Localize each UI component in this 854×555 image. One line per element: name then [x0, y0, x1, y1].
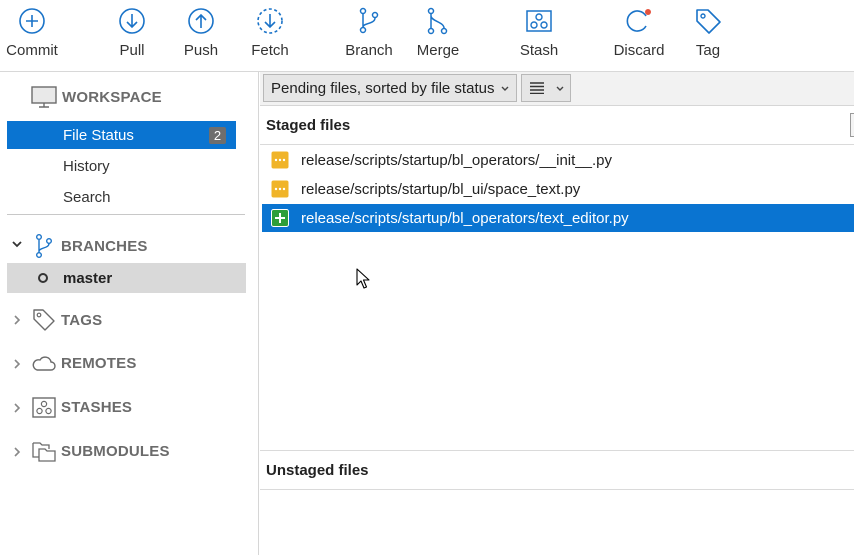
discard-button[interactable]: Discard — [612, 6, 666, 66]
modified-file-icon — [271, 151, 289, 169]
staged-file-row-selected[interactable]: release/scripts/startup/bl_operators/tex… — [262, 204, 854, 232]
sidebar-item-file-status[interactable]: File Status 2 — [7, 121, 236, 149]
pull-label: Pull — [119, 42, 145, 59]
modified-file-icon — [271, 180, 289, 198]
tag-icon — [696, 9, 721, 34]
branch-item-label: master — [63, 269, 113, 287]
sidebar-divider — [7, 214, 245, 215]
commit-icon — [19, 8, 45, 34]
panel-splitter-handle[interactable] — [850, 113, 854, 137]
discard-label: Discard — [613, 42, 665, 59]
section-divider — [260, 450, 854, 451]
fetch-label: Fetch — [251, 42, 289, 59]
file-name: release/scripts/startup/bl_ui/space_text… — [301, 180, 581, 198]
view-options-button[interactable] — [521, 74, 571, 102]
sidebar-item-label: History — [63, 157, 110, 175]
unstaged-files-header: Unstaged files — [260, 452, 854, 490]
mouse-pointer-icon — [356, 268, 370, 289]
commit-label: Commit — [6, 42, 58, 59]
cloud-icon — [32, 356, 56, 371]
remotes-header[interactable]: REMOTES — [31, 353, 137, 373]
stash-button[interactable]: Stash — [518, 6, 560, 66]
pull-icon — [119, 8, 145, 34]
push-label: Push — [183, 42, 219, 59]
chevron-down-icon[interactable] — [11, 238, 23, 250]
chevron-right-icon[interactable] — [11, 358, 23, 370]
tag-button[interactable]: Tag — [692, 6, 724, 66]
tags-title: TAGS — [61, 311, 103, 329]
branches-title: BRANCHES — [61, 237, 148, 255]
staged-file-row[interactable]: release/scripts/startup/bl_ui/space_text… — [262, 175, 854, 203]
pull-button[interactable]: Pull — [112, 6, 152, 66]
fetch-button[interactable]: Fetch — [248, 6, 292, 66]
staged-files-header: Staged files — [260, 107, 854, 145]
file-name: release/scripts/startup/bl_operators/__i… — [301, 151, 613, 169]
toolbar: Commit Pull Push Fetch Branch Merge Stas… — [0, 0, 854, 70]
chevron-right-icon[interactable] — [11, 314, 23, 326]
file-name: release/scripts/startup/bl_operators/tex… — [301, 209, 629, 227]
chevron-down-icon — [501, 86, 509, 91]
fetch-icon — [257, 8, 283, 34]
file-filter-value: Pending files, sorted by file status — [271, 79, 495, 97]
workspace-title: WORKSPACE — [62, 88, 162, 106]
commit-button[interactable]: Commit — [4, 6, 60, 66]
chevron-down-icon — [556, 86, 564, 91]
chevron-right-icon[interactable] — [11, 446, 23, 458]
file-filter-dropdown[interactable]: Pending files, sorted by file status — [263, 74, 517, 102]
monitor-icon — [31, 86, 57, 108]
push-icon — [188, 8, 214, 34]
list-view-icon — [530, 82, 544, 94]
merge-icon — [427, 7, 448, 35]
merge-label: Merge — [416, 42, 460, 59]
staged-file-row[interactable]: release/scripts/startup/bl_operators/__i… — [262, 146, 854, 174]
tag-icon — [33, 309, 55, 331]
stashes-title: STASHES — [61, 398, 133, 416]
folders-icon — [32, 442, 56, 462]
stash-icon — [526, 10, 552, 32]
filter-bar: Pending files, sorted by file status — [260, 72, 854, 106]
sidebar-item-history[interactable]: History — [7, 152, 236, 180]
submodules-header[interactable]: SUBMODULES — [31, 439, 170, 463]
stash-label: Stash — [519, 42, 559, 59]
current-branch-icon — [38, 273, 48, 283]
tags-header[interactable]: TAGS — [31, 307, 102, 333]
workspace-header[interactable]: WORKSPACE — [31, 86, 162, 108]
file-status-count-badge: 2 — [209, 127, 226, 144]
branch-icon — [36, 234, 52, 259]
stash-icon — [32, 397, 56, 418]
branch-icon — [359, 7, 379, 34]
added-file-icon — [271, 209, 289, 227]
remotes-title: REMOTES — [61, 354, 137, 372]
push-button[interactable]: Push — [180, 6, 222, 66]
sidebar-item-search[interactable]: Search — [7, 183, 236, 211]
discard-icon — [626, 9, 651, 32]
branch-label: Branch — [345, 42, 393, 59]
sidebar: WORKSPACE File Status 2 History Search B… — [0, 72, 259, 555]
branch-item-master[interactable]: master — [7, 263, 246, 293]
unstaged-files-title: Unstaged files — [266, 462, 369, 479]
branches-header[interactable]: BRANCHES — [33, 233, 148, 259]
sidebar-item-label: File Status — [63, 126, 134, 144]
sidebar-item-label: Search — [63, 188, 111, 206]
staged-files-title: Staged files — [266, 117, 351, 134]
tag-label: Tag — [695, 42, 721, 59]
chevron-right-icon[interactable] — [11, 402, 23, 414]
branch-button[interactable]: Branch — [344, 6, 394, 66]
main-panel: Pending files, sorted by file status Sta… — [260, 72, 854, 555]
stashes-header[interactable]: STASHES — [31, 395, 132, 419]
submodules-title: SUBMODULES — [61, 442, 170, 460]
merge-button[interactable]: Merge — [414, 6, 462, 66]
